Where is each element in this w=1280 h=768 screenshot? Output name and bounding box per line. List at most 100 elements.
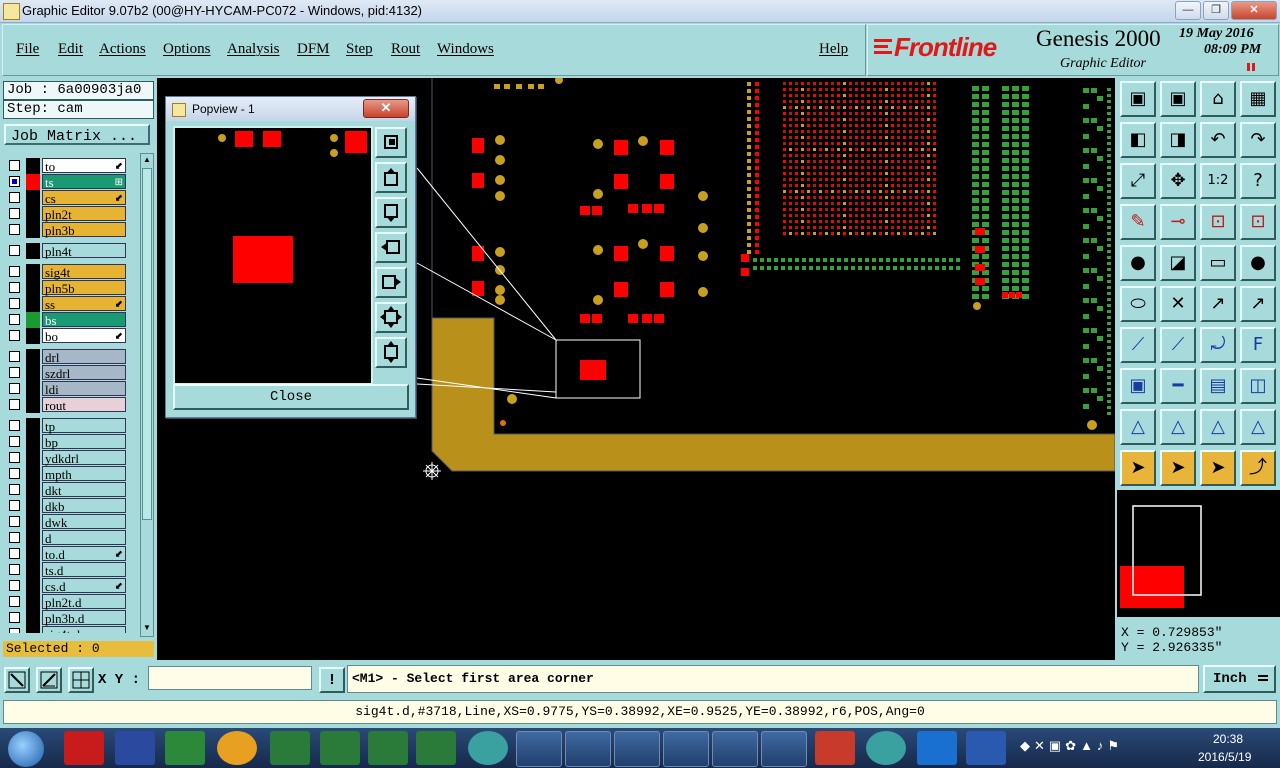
surface-tool-icon[interactable]: ◫	[1240, 368, 1276, 404]
taskbar-genesis-window-icon[interactable]	[614, 731, 660, 767]
layer-row-bp[interactable]: bp	[4, 434, 138, 450]
popview-pan-down-button[interactable]	[375, 197, 407, 228]
layer-name-cell[interactable]: dkb	[42, 498, 126, 514]
layer-color-swatch[interactable]	[26, 434, 40, 450]
alert-icon[interactable]: !	[319, 667, 345, 693]
layer-row-pln2t[interactable]: pln2t	[4, 206, 138, 222]
layer-name-cell[interactable]: sig4t	[42, 264, 126, 280]
layer-row-bs[interactable]: bs	[4, 312, 138, 328]
layer-checkbox[interactable]	[9, 468, 20, 479]
layer-checkbox[interactable]	[9, 330, 20, 341]
taskbar-frontline-icon[interactable]	[917, 731, 957, 765]
scale-1-2-icon[interactable]: 1:2	[1200, 163, 1236, 199]
layer-name-cell[interactable]: pln2t	[42, 206, 126, 222]
taskbar-genesis-window-icon[interactable]	[761, 731, 807, 767]
layer-row-drl[interactable]: drl	[4, 349, 138, 365]
layer-checkbox[interactable]	[9, 596, 20, 607]
menu-edit[interactable]: Edit	[58, 41, 83, 58]
layer-color-swatch[interactable]	[26, 206, 40, 222]
layer-name-cell[interactable]: dkt	[42, 482, 126, 498]
center-view-icon[interactable]: ✥	[1160, 163, 1196, 199]
layer-checkbox[interactable]	[9, 176, 20, 187]
scroll-down-icon[interactable]: ▼	[142, 623, 152, 633]
layer-color-swatch[interactable]	[26, 514, 40, 530]
layer-row-pln4t[interactable]: pln4t	[4, 243, 138, 259]
move-point-icon[interactable]: ↗	[1200, 286, 1236, 322]
popview-zoom-out-button[interactable]	[375, 337, 407, 368]
layer-row-pln3b[interactable]: pln3b	[4, 222, 138, 238]
grid-snap-icon[interactable]	[68, 667, 94, 693]
layer-row-ldi[interactable]: ldi	[4, 381, 138, 397]
redo-view-icon[interactable]: ↷	[1240, 122, 1276, 158]
layer-name-cell[interactable]: ydkdrl	[42, 450, 126, 466]
layer-name-cell[interactable]: bo ⬋	[42, 328, 126, 344]
net-compare-icon[interactable]: ⊡	[1240, 204, 1276, 240]
layer-color-swatch[interactable]	[26, 280, 40, 296]
layer-row-to.d[interactable]: to.d ⬋	[4, 546, 138, 562]
layer-checkbox[interactable]	[9, 224, 20, 235]
layer-row-to[interactable]: to ⬋	[4, 158, 138, 174]
pan-right-icon[interactable]: ◨	[1160, 122, 1196, 158]
layer-row-cs[interactable]: cs ⬋	[4, 190, 138, 206]
layer-row-dkb[interactable]: dkb	[4, 498, 138, 514]
layer-name-cell[interactable]: pln5b	[42, 280, 126, 296]
zoom-area-icon[interactable]: ▦	[1240, 81, 1276, 117]
layer-name-cell[interactable]: dwk	[42, 514, 126, 530]
layer-name-cell[interactable]: pln3b.d	[42, 610, 126, 626]
fit-all-icon[interactable]: ⤢	[1120, 163, 1156, 199]
pan-left-icon[interactable]: ◧	[1120, 122, 1156, 158]
frame-tool-icon[interactable]: ▤	[1200, 368, 1236, 404]
layer-color-swatch[interactable]	[26, 530, 40, 546]
layer-name-cell[interactable]: bp	[42, 434, 126, 450]
layer-compare-icon[interactable]: ⊡	[1200, 204, 1236, 240]
layer-list-scrollbar[interactable]: ▲ ▼	[140, 153, 154, 637]
layer-color-swatch[interactable]	[26, 264, 40, 280]
popview-close-button[interactable]: Close	[173, 384, 409, 410]
minimize-button[interactable]: —	[1175, 1, 1201, 20]
pointer-edit-icon[interactable]: ➤	[1200, 450, 1236, 486]
system-tray-icons[interactable]: ◆✕▣✿▲♪⚑	[1020, 738, 1165, 758]
menu-file[interactable]: File	[16, 41, 39, 58]
connect-nodes-icon[interactable]: ⬭	[1120, 286, 1156, 322]
layer-name-cell[interactable]: rout	[42, 397, 126, 413]
layer-color-swatch[interactable]	[26, 562, 40, 578]
taskbar-word-icon[interactable]	[966, 731, 1006, 765]
xy-input[interactable]	[148, 666, 312, 690]
layer-name-cell[interactable]: ts ⊞	[42, 174, 126, 190]
layer-name-cell[interactable]: sig4t.d	[42, 626, 126, 633]
layer-row-cs.d[interactable]: cs.d ⬋	[4, 578, 138, 594]
popview-pan-left-button[interactable]	[375, 232, 407, 263]
layer-checkbox[interactable]	[9, 298, 20, 309]
layer-name-cell[interactable]: bs	[42, 312, 126, 328]
menu-step[interactable]: Step	[346, 41, 373, 58]
menu-help[interactable]: Help	[819, 41, 848, 58]
add-point-icon[interactable]: ↗	[1240, 286, 1276, 322]
layer-checkbox[interactable]	[9, 612, 20, 623]
taskbar-genesis-window-icon[interactable]	[663, 731, 709, 767]
taskbar-excel-icon[interactable]	[416, 731, 456, 765]
text-tool-icon[interactable]: F	[1240, 327, 1276, 363]
taskbar-p-app-icon[interactable]	[165, 731, 205, 765]
measure-mode-icon[interactable]	[36, 667, 62, 693]
layer-color-swatch[interactable]	[26, 466, 40, 482]
layer-row-tp[interactable]: tp	[4, 418, 138, 434]
layer-color-swatch[interactable]	[26, 482, 40, 498]
layer-color-swatch[interactable]	[26, 610, 40, 626]
layer-row-pln5b[interactable]: pln5b	[4, 280, 138, 296]
taskbar-excel-icon[interactable]	[320, 731, 360, 765]
layer-row-ydkdrl[interactable]: ydkdrl	[4, 450, 138, 466]
layer-checkbox[interactable]	[9, 436, 20, 447]
draw-line-icon[interactable]: ⟋	[1120, 327, 1156, 363]
layer-color-swatch[interactable]	[26, 594, 40, 610]
scroll-thumb[interactable]	[142, 168, 152, 520]
layer-name-cell[interactable]: to.d ⬋	[42, 546, 126, 562]
layer-checkbox[interactable]	[9, 452, 20, 463]
layer-name-cell[interactable]: ts.d	[42, 562, 126, 578]
overview-minimap[interactable]	[1117, 490, 1280, 617]
feature-info-icon[interactable]: ⊸	[1160, 204, 1196, 240]
layer-name-cell[interactable]: pln2t.d	[42, 594, 126, 610]
start-button-icon[interactable]	[8, 731, 44, 767]
layer-color-swatch[interactable]	[26, 626, 40, 633]
layer-name-cell[interactable]: pln4t	[42, 243, 126, 259]
layer-row-mpth[interactable]: mpth	[4, 466, 138, 482]
